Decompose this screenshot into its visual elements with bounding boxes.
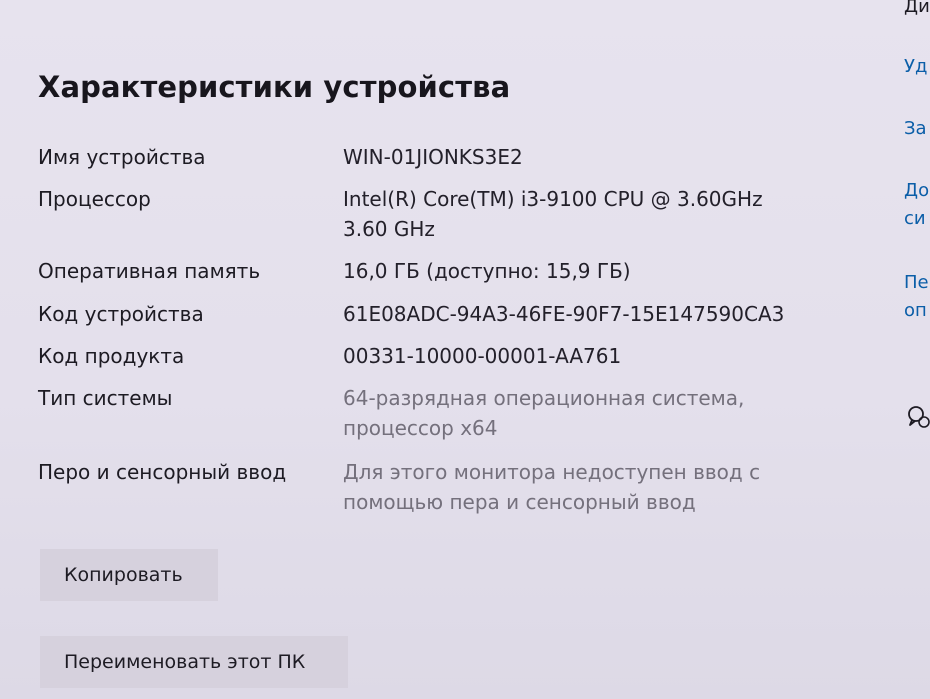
related-link[interactable]: Пе [904,270,929,296]
section-title: Характеристики устройства [38,70,511,104]
spec-row-product-id: Код продукта 00331-10000-00001-AA761 [38,341,838,371]
spec-row-system-type: Тип системы 64-разрядная операционная си… [38,383,838,443]
feedback-icon[interactable] [906,404,930,430]
spec-label: Код продукта [38,344,185,368]
spec-value[interactable]: Intel(R) Core(TM) i3-9100 CPU @ 3.60GHz … [343,184,793,244]
spec-row-ram: Оперативная память 16,0 ГБ (доступно: 15… [38,256,838,286]
spec-value-line: Intel(R) Core(TM) i3-9100 CPU @ 3.60GHz [343,187,763,211]
spec-label: Процессор [38,187,151,211]
spec-label: Имя устройства [38,145,206,169]
spec-value[interactable]: 00331-10000-00001-AA761 [343,341,793,371]
spec-value[interactable]: 16,0 ГБ (доступно: 15,9 ГБ) [343,256,793,286]
spec-value-line: 3.60 GHz [343,217,435,241]
device-specs-panel: Характеристики устройства Имя устройства… [0,0,895,699]
related-settings-column: Ди Уд За До си Пе оп [896,0,930,699]
related-link[interactable]: оп [904,298,927,324]
spec-label: Код устройства [38,302,204,326]
related-link[interactable]: Ди [904,0,930,20]
spec-label: Оперативная память [38,259,261,283]
related-link[interactable]: си [904,206,926,232]
spec-value[interactable]: 61E08ADC-94A3-46FE-90F7-15E147590CA3 [343,299,793,329]
spec-value-line: 64-разрядная операционная система, [343,386,745,410]
spec-row-pen-touch: Перо и сенсорный ввод Для этого монитора… [38,457,838,517]
copy-button[interactable]: Копировать [40,549,218,601]
spec-value[interactable]: 64-разрядная операционная система, проце… [343,383,793,443]
rename-pc-button[interactable]: Переименовать этот ПК [40,636,348,688]
spec-row-processor: Процессор Intel(R) Core(TM) i3-9100 CPU … [38,184,838,244]
spec-label: Тип системы [38,386,173,410]
spec-value-line: помощью пера и сенсорный ввод [343,490,696,514]
related-link[interactable]: Уд [904,54,927,80]
spec-value[interactable]: WIN-01JIONKS3E2 [343,142,793,172]
spec-row-device-name: Имя устройства WIN-01JIONKS3E2 [38,142,838,172]
spec-value[interactable]: Для этого монитора недоступен ввод с пом… [343,457,793,517]
related-link[interactable]: До [904,178,929,204]
spec-label: Перо и сенсорный ввод [38,460,287,484]
spec-row-device-id: Код устройства 61E08ADC-94A3-46FE-90F7-1… [38,299,838,329]
spec-value-line: процессор x64 [343,416,498,440]
related-link[interactable]: За [904,116,927,142]
spec-value-line: Для этого монитора недоступен ввод с [343,460,761,484]
